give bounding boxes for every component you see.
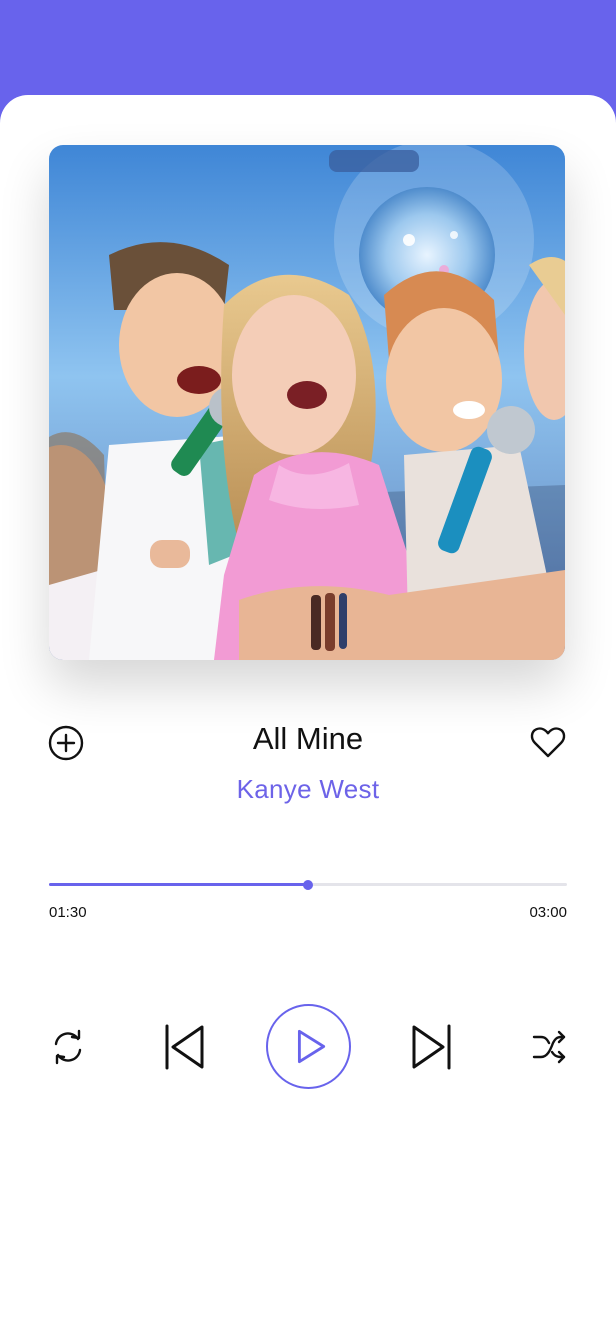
add-to-playlist-button[interactable] (48, 725, 84, 761)
repeat-icon (54, 1029, 82, 1065)
track-title: All Mine (252, 721, 364, 756)
skip-next-icon (412, 1024, 451, 1070)
favorite-button[interactable] (528, 722, 568, 762)
previous-button[interactable] (158, 1022, 208, 1072)
repeat-button[interactable] (48, 1027, 88, 1067)
play-icon (297, 1029, 326, 1064)
album-artwork (49, 145, 565, 660)
next-button[interactable] (408, 1022, 458, 1072)
progress-bar[interactable] (49, 878, 567, 892)
progress-thumb[interactable] (303, 879, 313, 890)
add-circle-icon (48, 725, 84, 761)
play-button[interactable] (266, 1004, 351, 1089)
album-artwork-image (49, 145, 565, 660)
elapsed-time: 01:30 (49, 904, 87, 921)
skip-previous-icon (165, 1024, 204, 1070)
shuffle-icon (532, 1030, 566, 1064)
progress-fill (49, 883, 308, 886)
heart-icon (530, 727, 566, 758)
track-artist[interactable]: Kanye West (108, 772, 508, 806)
shuffle-button[interactable] (529, 1027, 569, 1067)
total-time: 03:00 (529, 904, 567, 921)
